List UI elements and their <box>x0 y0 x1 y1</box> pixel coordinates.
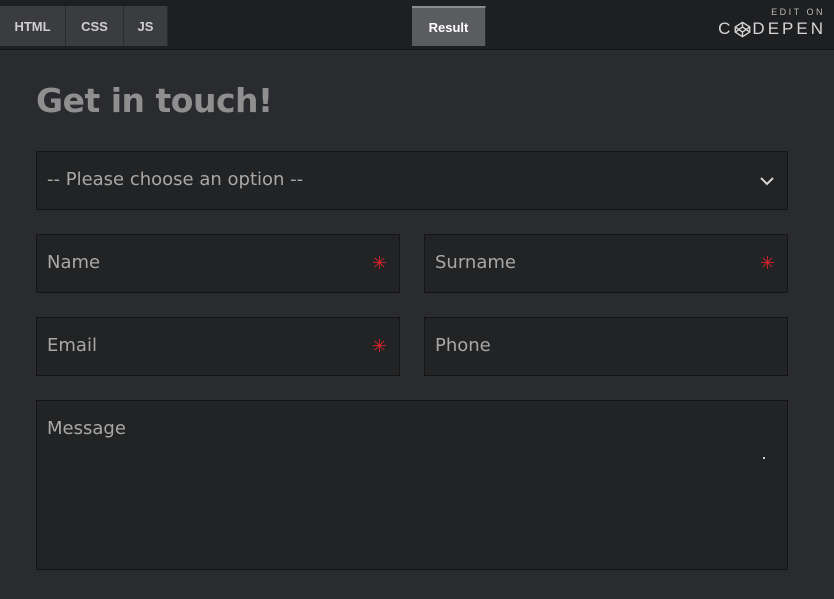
required-icon: ✳ <box>759 253 775 274</box>
tab-result[interactable]: Result <box>412 6 486 46</box>
tab-css[interactable]: CSS <box>66 6 124 46</box>
codepen-logo-prefix: C <box>718 19 734 38</box>
edit-on-label[interactable]: EDIT ON <box>771 7 825 17</box>
surname-placeholder: Surname <box>435 252 516 273</box>
name-placeholder: Name <box>47 252 101 273</box>
topic-select[interactable]: -- Please choose an option -- <box>36 151 788 210</box>
page-title: Get in touch! <box>36 81 273 120</box>
cursor-dot <box>763 457 765 459</box>
codepen-icon <box>735 21 751 37</box>
message-textarea[interactable]: Message <box>36 400 788 570</box>
required-icon: ✳ <box>371 336 387 357</box>
surname-field[interactable]: Surname ✳ <box>424 234 788 293</box>
required-icon: ✳ <box>371 253 387 274</box>
chevron-down-icon <box>760 177 774 186</box>
codepen-toolbar: HTML CSS JS Result EDIT ON C DEPEN <box>0 0 834 50</box>
result-pane: Get in touch! -- Please choose an option… <box>0 51 834 599</box>
phone-field[interactable]: Phone <box>424 317 788 376</box>
message-placeholder: Message <box>47 418 126 439</box>
codepen-logo-suffix: DEPEN <box>752 19 826 38</box>
phone-placeholder: Phone <box>435 335 491 356</box>
tab-html[interactable]: HTML <box>0 6 66 46</box>
select-placeholder: -- Please choose an option -- <box>47 169 304 190</box>
tab-js[interactable]: JS <box>124 6 168 46</box>
email-field[interactable]: Email ✳ <box>36 317 400 376</box>
codepen-logo[interactable]: C DEPEN <box>718 19 826 39</box>
email-placeholder: Email <box>47 335 97 356</box>
name-field[interactable]: Name ✳ <box>36 234 400 293</box>
